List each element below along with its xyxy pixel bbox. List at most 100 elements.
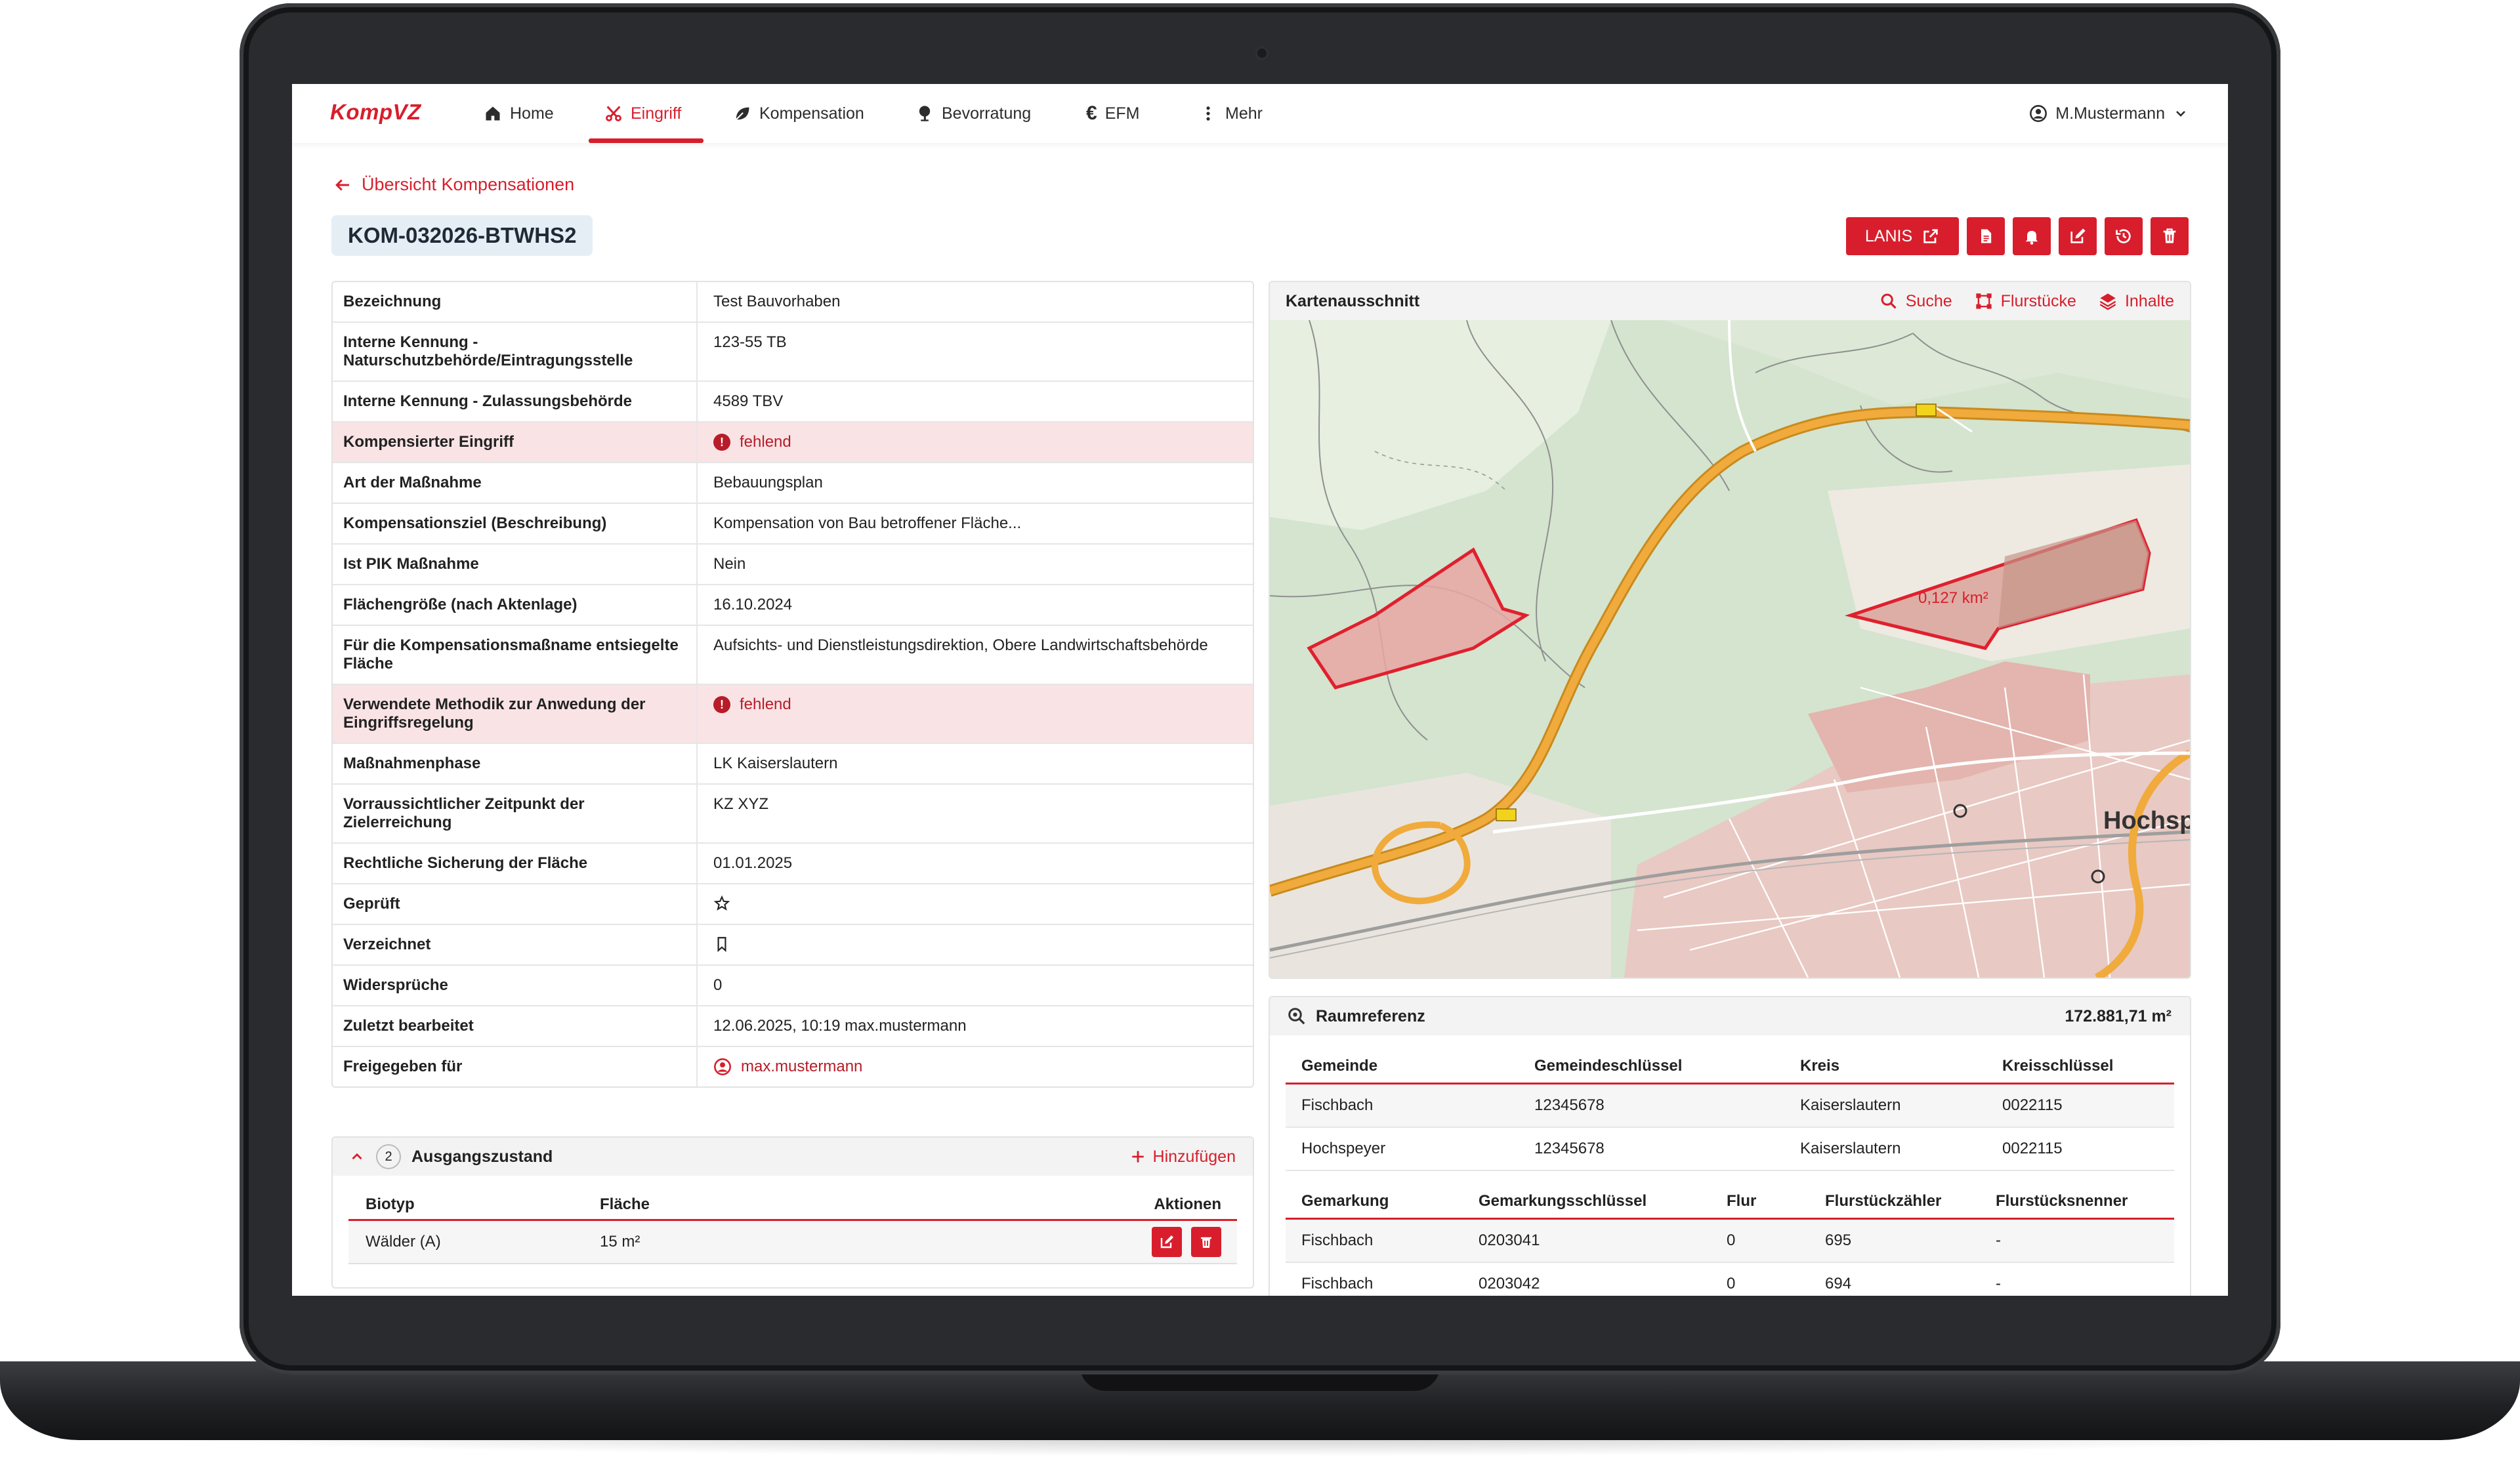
trash-icon — [1201, 1237, 1211, 1248]
table-row: Fischbach 0203042 0 694 - — [1286, 1263, 2174, 1296]
ausgangszustand-header[interactable]: 2 Ausgangszustand Hinzufügen — [333, 1138, 1253, 1176]
detail-value-text: Test Bauvorhaben — [713, 293, 841, 310]
detail-row: Rechtliche Sicherung der Fläche 01.01.202… — [333, 842, 1253, 883]
detail-label: Geprüft — [333, 884, 698, 924]
bell-icon — [2025, 230, 2038, 245]
map-header: Kartenausschnitt Suche Flurstücke Inhalt… — [1270, 282, 2190, 320]
detail-value-text: 123-55 TB — [713, 333, 787, 351]
table-header: Biotyp Fläche Aktionen — [348, 1190, 1237, 1221]
active-tab-indicator — [589, 138, 704, 143]
detail-value — [698, 925, 1253, 964]
screen: KompVZ Home Eingriff Kompensation Bevorr… — [292, 84, 2228, 1296]
row-delete-button[interactable] — [1191, 1227, 1221, 1257]
document-button[interactable] — [1967, 217, 2005, 255]
app-logo[interactable]: KompVZ — [330, 100, 421, 125]
ausgangszustand-panel: 2 Ausgangszustand Hinzufügen Biotyp Fläc… — [331, 1136, 1254, 1289]
detail-row: Freigegeben für max.mustermann — [333, 1046, 1253, 1086]
map-canvas[interactable] — [1270, 320, 2190, 978]
detail-value: 123-55 TB — [698, 323, 1253, 381]
location-search-icon — [1288, 1008, 1305, 1025]
leaf-icon — [735, 107, 749, 121]
town-label: Hochspe — [2103, 807, 2190, 835]
area-label: 0,127 km² — [1918, 589, 1988, 607]
detail-value-text: LK Kaiserslautern — [713, 754, 838, 772]
bookmark-outline-icon[interactable] — [713, 936, 730, 953]
detail-value: Test Bauvorhaben — [698, 282, 1253, 321]
detail-value: 01.01.2025 — [698, 844, 1253, 883]
detail-value: Aufsichts- und Dienstleistungsdirektion,… — [698, 626, 1253, 684]
detail-row: Geprüft — [333, 883, 1253, 924]
row-edit-button[interactable] — [1152, 1227, 1182, 1257]
nav-kompensation[interactable]: Kompensation — [733, 84, 864, 143]
detail-value-text: 12.06.2025, 10:19 max.mustermann — [713, 1017, 967, 1035]
gemarkung-table: Gemarkung Gemarkungsschlüssel Flur Flurs… — [1286, 1185, 2174, 1296]
detail-value: 4589 TBV — [698, 382, 1253, 421]
detail-row: Verzeichnet — [333, 924, 1253, 964]
table-row: Wälder (A) 15 m² — [348, 1221, 1237, 1264]
detail-value: 16.10.2024 — [698, 585, 1253, 625]
lanis-button[interactable]: LANIS — [1846, 217, 1959, 255]
detail-row: Vorraussichtlicher Zeitpunkt der Zielerr… — [333, 783, 1253, 842]
map-flurstuecke-button[interactable]: Flurstücke — [1975, 282, 2076, 320]
raumreferenz-header: Raumreferenz 172.881,71 m² — [1270, 997, 2190, 1035]
user-menu[interactable]: M.Mustermann — [2029, 84, 2189, 143]
detail-row: Kompensationsziel (Beschreibung) Kompensa… — [333, 503, 1253, 543]
detail-value: Nein — [698, 545, 1253, 584]
detail-value-text: Kompensation von Bau betroffener Fläche.… — [713, 514, 1022, 532]
detail-row: Flächengröße (nach Aktenlage) 16.10.2024 — [333, 584, 1253, 625]
biotyp-table: Biotyp Fläche Aktionen Wälder (A) 15 m² — [348, 1190, 1237, 1264]
detail-value[interactable]: max.mustermann — [698, 1047, 1253, 1086]
map-search-button[interactable]: Suche — [1880, 282, 1952, 320]
nav-mehr[interactable]: Mehr — [1199, 84, 1263, 143]
detail-value-text: Bebauungsplan — [713, 474, 823, 491]
detail-value-text: KZ XYZ — [713, 795, 769, 813]
nav-home[interactable]: Home — [484, 84, 554, 143]
detail-label: Ist PIK Maßnahme — [333, 545, 698, 584]
error-icon: ! — [713, 434, 730, 451]
detail-row: Zuletzt bearbeitet 12.06.2025, 10:19 max.… — [333, 1005, 1253, 1046]
history-icon — [2116, 229, 2131, 243]
add-button[interactable]: Hinzufügen — [1129, 1138, 1236, 1176]
detail-label: Interne Kennung - Naturschutzbehörde/Ein… — [333, 323, 698, 381]
detail-row: Kompensierter Eingriff! fehlend — [333, 421, 1253, 462]
table-row: Fischbach 0203041 0 695 - — [1286, 1220, 2174, 1263]
detail-value: ! fehlend — [698, 423, 1253, 462]
detail-value-text: Nein — [713, 555, 746, 573]
map-inhalte-button[interactable]: Inhalte — [2099, 282, 2174, 320]
raumreferenz-panel: Raumreferenz 172.881,71 m² Gemeinde Geme… — [1269, 996, 2191, 1296]
detail-label: Kompensationsziel (Beschreibung) — [333, 504, 698, 543]
table-header: Gemeinde Gemeindeschlüssel Kreis Kreissc… — [1286, 1050, 2174, 1085]
nav-efm[interactable]: € EFM — [1086, 84, 1139, 143]
history-button[interactable] — [2105, 217, 2143, 255]
record-toolbar: LANIS — [1846, 217, 2189, 255]
nav-eingriff[interactable]: Eingriff — [604, 84, 681, 143]
edit-button[interactable] — [2059, 217, 2097, 255]
star-outline-icon[interactable] — [713, 895, 730, 912]
detail-value-text: fehlend — [740, 433, 791, 451]
notification-button[interactable] — [2013, 217, 2051, 255]
delete-button[interactable] — [2151, 217, 2189, 255]
detail-label: Bezeichnung — [333, 282, 698, 321]
user-circle-icon — [2030, 105, 2048, 122]
detail-label: Freigegeben für — [333, 1047, 698, 1086]
nav-bevorratung[interactable]: Bevorratung — [915, 84, 1031, 143]
chevron-down-icon — [2176, 111, 2185, 117]
chevron-up-icon[interactable] — [348, 1148, 366, 1165]
search-icon — [1881, 293, 1897, 309]
detail-row: Verwendete Methodik zur Anwedung der Ein… — [333, 684, 1253, 743]
document-icon — [1981, 229, 1992, 243]
count-badge: 2 — [376, 1144, 401, 1169]
detail-label: Verzeichnet — [333, 925, 698, 964]
more-vertical-icon — [1206, 106, 1210, 121]
detail-label: Widersprüche — [333, 966, 698, 1005]
detail-label: Flächengröße (nach Aktenlage) — [333, 585, 698, 625]
edit-icon — [1160, 1235, 1173, 1249]
back-link[interactable]: Übersicht Kompensationen — [333, 175, 574, 195]
euro-icon: € — [1086, 102, 1097, 124]
details-table: Bezeichnung Test Bauvorhaben Interne Kennu… — [331, 281, 1254, 1088]
detail-value: 12.06.2025, 10:19 max.mustermann — [698, 1006, 1253, 1046]
edit-icon — [2070, 228, 2086, 243]
detail-value: ! fehlend — [698, 685, 1253, 743]
external-link-icon — [1923, 229, 1938, 243]
detail-row: Für die Kompensationsmaßname entsiegelte… — [333, 625, 1253, 684]
